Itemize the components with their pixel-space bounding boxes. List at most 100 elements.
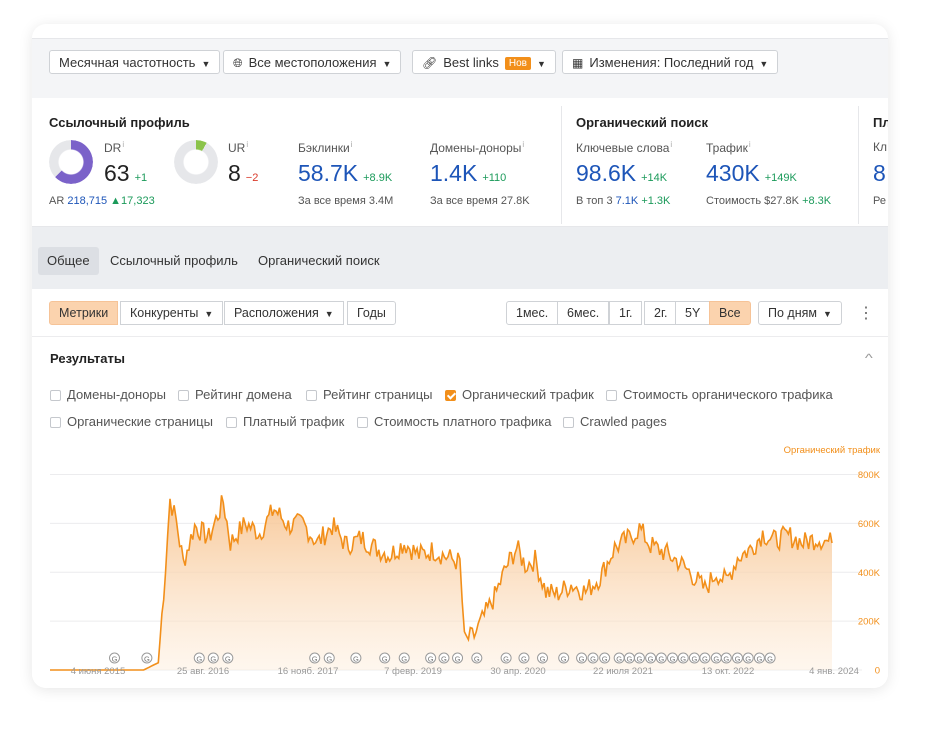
ref-domains-value[interactable]: 1.4K +110 [430,160,506,187]
changes-label: Изменения: Последний год [589,55,754,70]
google-update-marker[interactable]: G [518,652,530,664]
google-update-marker[interactable]: G [425,652,437,664]
checkbox-organic-traffic[interactable]: Органический трафик [445,387,594,402]
best-links-dropdown[interactable]: 🔗︎ Best links Нов ▼ [412,50,556,74]
ur-delta: −2 [245,172,259,184]
checkbox-crawled-pages[interactable]: Crawled pages [563,414,667,429]
third-value[interactable]: 8 [873,160,886,187]
range-1y-button[interactable]: 1г. [609,301,643,325]
backlinks-value[interactable]: 58.7K +8.9K [298,160,392,187]
info-icon: i [748,140,751,149]
changes-dropdown[interactable]: ▦ Изменения: Последний год ▼ [562,50,779,74]
range-2y-button[interactable]: 2г. [644,301,678,325]
tab-backlink-profile[interactable]: Ссылочный профиль [101,247,247,275]
chevron-down-icon: ▼ [204,309,214,319]
google-update-marker[interactable]: G [309,652,321,664]
google-update-marker[interactable]: G [587,652,599,664]
google-update-marker[interactable]: G [471,652,483,664]
google-update-marker[interactable]: G [537,652,549,664]
traffic-value[interactable]: 430K +149K [706,160,797,187]
google-update-marker[interactable]: G [350,652,362,664]
svg-text:G: G [503,655,509,664]
google-update-marker[interactable]: G [667,652,679,664]
checkbox-box [563,417,574,428]
google-update-marker[interactable]: G [710,652,722,664]
dr-label[interactable]: DRi [104,140,124,155]
google-update-marker[interactable]: G [742,652,754,664]
tab-overview[interactable]: Общее [38,247,99,275]
google-update-marker[interactable]: G [193,652,205,664]
ur-label[interactable]: URi [228,140,248,155]
google-update-marker[interactable]: G [398,652,410,664]
google-update-marker[interactable]: G [677,652,689,664]
checkbox-domain-rating[interactable]: Рейтинг домена [178,387,292,402]
more-menu-icon[interactable]: ⋮ [858,303,874,323]
ar-value[interactable]: 218,715 [67,195,107,207]
view-metrics-button[interactable]: Метрики [49,301,119,325]
google-update-marker[interactable]: G [438,652,450,664]
google-update-marker[interactable]: G [764,652,776,664]
google-update-marker[interactable]: G [655,652,667,664]
google-update-marker[interactable]: G [558,652,570,664]
range-1m-button[interactable]: 1мес. [506,301,559,325]
svg-text:G: G [658,655,664,664]
frequency-dropdown[interactable]: Месячная частотность ▼ [49,50,221,74]
ref-domains-delta: +110 [482,172,507,184]
y-axis-ticks: 0 200K 400K 600K 800K [858,470,881,676]
svg-text:G: G [312,655,318,664]
google-update-marker[interactable]: G [613,652,625,664]
range-6m-button[interactable]: 6мес. [557,301,610,325]
info-icon: i [122,140,125,149]
svg-text:G: G [521,655,527,664]
range-5y-button[interactable]: 5Y [675,301,711,325]
svg-text:G: G [691,655,697,664]
dr-donut-chart [49,140,93,184]
view-competitors-dropdown[interactable]: Конкуренты ▼ [120,301,224,325]
google-update-marker[interactable]: G [500,652,512,664]
google-update-marker[interactable]: G [699,652,711,664]
checkbox-organic-traffic-cost[interactable]: Стоимость органического трафика [606,387,833,402]
keywords-value[interactable]: 98.6K +14K [576,160,667,187]
google-update-marker[interactable]: G [452,652,464,664]
ref-domains-label[interactable]: Домены-донорыi [430,140,524,155]
google-update-marker[interactable]: G [623,652,635,664]
google-update-marker[interactable]: G [633,652,645,664]
backlinks-label[interactable]: Бэклинкиi [298,140,352,155]
traffic-label[interactable]: Трафикi [706,140,751,155]
svg-text:G: G [428,655,434,664]
google-update-marker[interactable]: G [141,652,153,664]
google-update-marker[interactable]: G [645,652,657,664]
collapse-chevron-icon[interactable]: ^ [865,351,873,365]
google-update-marker[interactable]: G [731,652,743,664]
google-update-marker[interactable]: G [688,652,700,664]
checkbox-paid-traffic[interactable]: Платный трафик [226,414,344,429]
google-update-marker[interactable]: G [599,652,611,664]
svg-text:G: G [144,655,150,664]
view-locations-dropdown[interactable]: Расположения ▼ [224,301,344,325]
interval-dropdown[interactable]: По дням ▼ [758,301,842,325]
svg-text:G: G [382,655,388,664]
checkbox-organic-pages[interactable]: Органические страницы [50,414,213,429]
checkbox-paid-traffic-cost[interactable]: Стоимость платного трафика [357,414,552,429]
range-all-button[interactable]: Все [709,301,751,325]
google-update-marker[interactable]: G [207,652,219,664]
google-update-marker[interactable]: G [576,652,588,664]
google-update-marker[interactable]: G [720,652,732,664]
checkbox-url-rating[interactable]: Рейтинг страницы [306,387,432,402]
google-update-marker[interactable]: G [323,652,335,664]
checkbox-ref-domains[interactable]: Домены-доноры [50,387,166,402]
google-update-marker[interactable]: G [109,652,121,664]
locations-dropdown[interactable]: 🌐︎ Все местоположения ▼ [223,50,402,74]
organic-traffic-chart[interactable]: GGGGGGGGGGGGGGGGGGGGGGGGGGGGGGGGGGGG 020… [32,437,888,688]
svg-text:G: G [401,655,407,664]
google-update-marker[interactable]: G [379,652,391,664]
google-update-marker[interactable]: G [222,652,234,664]
third-label[interactable]: Кл [873,140,887,154]
tab-organic-search[interactable]: Органический поиск [249,247,389,275]
google-update-marker[interactable]: G [753,652,765,664]
x-tick-label: 16 нояб. 2017 [278,666,339,677]
info-icon: i [522,140,525,149]
x-tick-label: 4 июня 2015 [71,666,126,677]
view-years-button[interactable]: Годы [347,301,396,325]
keywords-label[interactable]: Ключевые словаi [576,140,672,155]
